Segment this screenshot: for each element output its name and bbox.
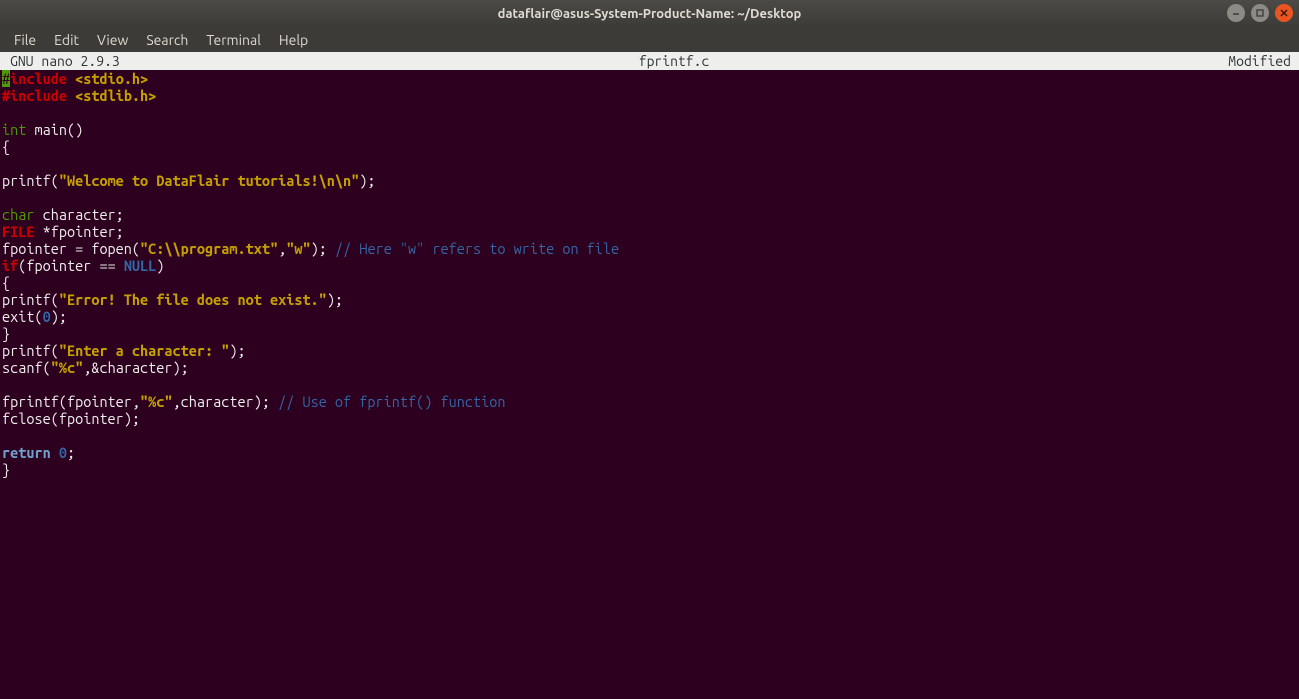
code-token: printf( (2, 291, 59, 308)
code-token: include (10, 70, 75, 87)
code-line: fpointer = fopen("C:\\program.txt","w");… (2, 240, 1297, 257)
code-line: #include <stdlib.h> (2, 87, 1297, 104)
code-token: "C:\\program.txt" (140, 240, 278, 257)
menu-file[interactable]: File (6, 30, 44, 50)
menu-edit[interactable]: Edit (46, 30, 87, 50)
code-token: #include (2, 87, 75, 104)
code-token: 0 (43, 308, 51, 325)
code-token: ); (327, 291, 343, 308)
code-line: #include <stdio.h> (2, 70, 1297, 87)
code-token: { (2, 274, 10, 291)
code-token: "%c" (51, 359, 83, 376)
code-token: } (2, 325, 10, 342)
code-token: int (2, 121, 26, 138)
code-token: main() (26, 121, 83, 138)
code-line: return 0; (2, 444, 1297, 461)
code-line: printf("Welcome to DataFlair tutorials!\… (2, 172, 1297, 189)
nano-app-name: GNU nano 2.9.3 (2, 52, 120, 70)
code-line: fclose(fpointer); (2, 410, 1297, 427)
code-token: FILE (2, 223, 34, 240)
code-line: if(fpointer == NULL) (2, 257, 1297, 274)
code-line (2, 189, 1297, 206)
nano-filename: fprintf.c (120, 52, 1229, 70)
code-line (2, 104, 1297, 121)
code-token: <stdlib.h> (75, 87, 156, 104)
code-token: NULL (124, 257, 156, 274)
code-line: FILE *fpointer; (2, 223, 1297, 240)
menu-search[interactable]: Search (138, 30, 196, 50)
code-token: char (2, 206, 34, 223)
code-line: fprintf(fpointer,"%c",character); // Use… (2, 393, 1297, 410)
code-token: "Welcome to DataFlair tutorials!\n\n" (59, 172, 359, 189)
code-line: { (2, 138, 1297, 155)
code-token: fclose(fpointer); (2, 410, 140, 427)
code-token: ) (156, 257, 164, 274)
close-icon (1279, 8, 1289, 18)
code-line: scanf("%c",&character); (2, 359, 1297, 376)
code-token: ; (67, 444, 75, 461)
code-token: if (2, 257, 18, 274)
code-line (2, 376, 1297, 393)
minimize-icon (1231, 8, 1241, 18)
code-token: 0 (59, 444, 67, 461)
code-line (2, 155, 1297, 172)
code-token: ,&character); (83, 359, 189, 376)
code-token: scanf( (2, 359, 51, 376)
nano-modified-status: Modified (1228, 52, 1297, 70)
code-line: printf("Enter a character: "); (2, 342, 1297, 359)
code-token: "w" (286, 240, 310, 257)
code-token: character; (34, 206, 123, 223)
code-token: printf( (2, 172, 59, 189)
code-token: <stdio.h> (75, 70, 148, 87)
code-token: } (2, 461, 10, 478)
code-token: "%c" (140, 393, 172, 410)
maximize-icon (1255, 8, 1265, 18)
code-token: printf( (2, 342, 59, 359)
code-line: { (2, 274, 1297, 291)
code-line: char character; (2, 206, 1297, 223)
menubar: File Edit View Search Terminal Help (0, 27, 1299, 52)
code-token: ,character); (173, 393, 279, 410)
menu-view[interactable]: View (89, 30, 136, 50)
window-title: dataflair@asus-System-Product-Name: ~/De… (498, 7, 802, 21)
code-token: # (2, 70, 10, 87)
code-token: fprintf(fpointer, (2, 393, 140, 410)
code-token: ); (359, 172, 375, 189)
code-line: printf("Error! The file does not exist."… (2, 291, 1297, 308)
code-line: int main() (2, 121, 1297, 138)
code-line (2, 427, 1297, 444)
code-token: fpointer = fopen( (2, 240, 140, 257)
code-token: *fpointer; (34, 223, 123, 240)
menu-terminal[interactable]: Terminal (198, 30, 269, 50)
code-token: return (2, 444, 59, 461)
code-token: , (278, 240, 286, 257)
titlebar: dataflair@asus-System-Product-Name: ~/De… (0, 0, 1299, 27)
code-token: ); (51, 308, 67, 325)
code-token: ); (311, 240, 335, 257)
code-token: exit( (2, 308, 43, 325)
code-line: } (2, 461, 1297, 478)
code-token: // Use of fprintf() function (278, 393, 505, 410)
code-token: { (2, 138, 10, 155)
code-token: ); (229, 342, 245, 359)
code-token: // Here "w" refers to write on file (335, 240, 619, 257)
close-button[interactable] (1275, 4, 1293, 22)
code-token: "Enter a character: " (59, 342, 230, 359)
minimize-button[interactable] (1227, 4, 1245, 22)
menu-help[interactable]: Help (271, 30, 316, 50)
editor-area[interactable]: #include <stdio.h>#include <stdlib.h> in… (0, 70, 1299, 478)
code-token: (fpointer == (18, 257, 124, 274)
nano-status-bar: GNU nano 2.9.3 fprintf.c Modified (0, 52, 1299, 70)
code-line: exit(0); (2, 308, 1297, 325)
maximize-button[interactable] (1251, 4, 1269, 22)
code-line: } (2, 325, 1297, 342)
code-token: "Error! The file does not exist." (59, 291, 327, 308)
window-controls (1227, 4, 1293, 22)
